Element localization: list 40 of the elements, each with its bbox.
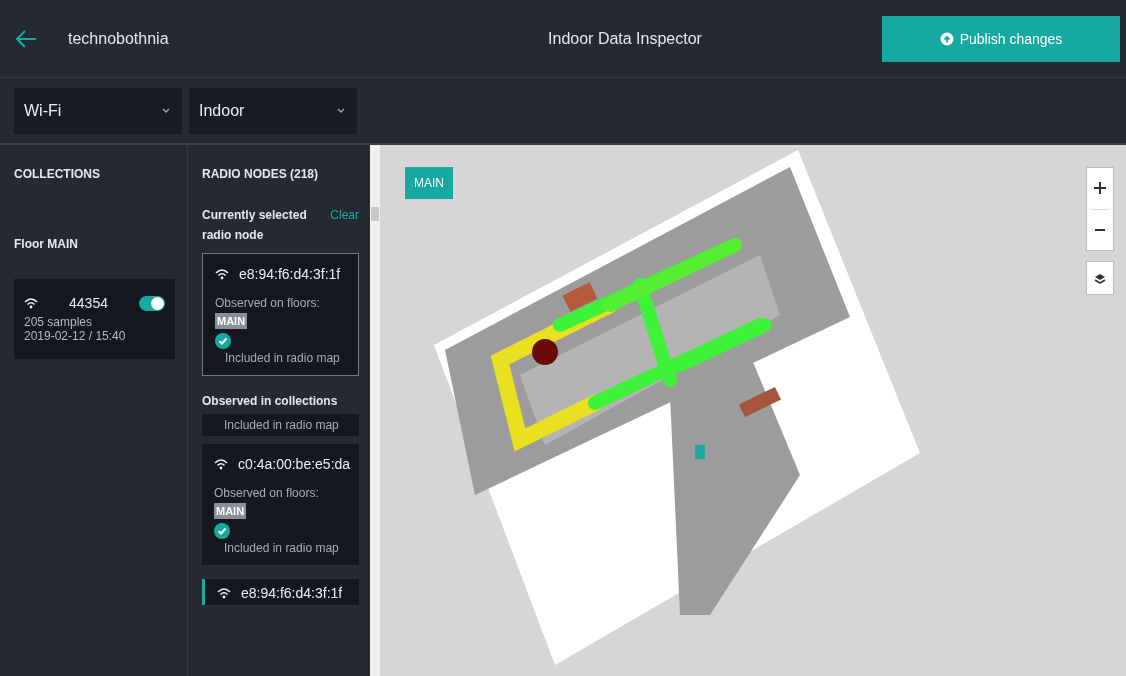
section-heading: COLLECTIONS [14, 167, 101, 181]
app-title: technobothnia [68, 29, 170, 48]
wifi-icon [215, 268, 229, 280]
mac-address: e8:94:f6:d4:3f:1f [239, 266, 341, 282]
floor-tag: MAIN [214, 503, 247, 519]
selected-node-label: Currently selected radio node [202, 207, 308, 244]
wifi-icon [217, 587, 231, 599]
floor-label: Floor MAIN [14, 237, 79, 251]
section-heading: Observed in collections [202, 394, 339, 408]
mac-address: c0:4a:00:be:e5:da [238, 456, 351, 472]
included-status: Included in radio map [225, 351, 341, 365]
observed-floors-label: Observed on floors: [214, 486, 320, 500]
included-status: Included in radio map [224, 541, 340, 555]
observed-floors-label: Observed on floors: [215, 296, 321, 310]
toggle-switch[interactable] [139, 295, 165, 311]
plus-icon [1094, 182, 1106, 195]
page-title: Indoor Data Inspector [547, 29, 703, 48]
clear-link[interactable]: Clear [330, 205, 359, 225]
wifi-icon [24, 297, 38, 309]
dropdown[interactable]: Wi-Fi [14, 87, 182, 134]
layers-icon [1094, 272, 1106, 284]
sample-count: 205 samples [24, 315, 94, 329]
chevron-down-icon [337, 108, 345, 113]
included-status: Included in radio map [224, 418, 340, 432]
wifi-icon [214, 458, 228, 470]
collection-name: 44354 [69, 295, 108, 311]
timestamp: 2019-02-12 / 15:40 [24, 329, 127, 343]
mac-address: e8:94:f6:d4:3f:1f [241, 585, 343, 601]
layers-button[interactable] [1086, 261, 1114, 295]
dropdown[interactable]: Indoor [189, 87, 357, 134]
minus-icon [1095, 227, 1105, 232]
collection-card[interactable]: 44354 205 samples 2019-02-12 / 15:40 [14, 279, 175, 359]
scrollbar[interactable] [370, 145, 380, 676]
chevron-down-icon [162, 108, 170, 113]
radio-node-card[interactable]: e8:94:f6:d4:3f:1f [202, 579, 359, 605]
section-heading: RADIO NODES (218) [202, 167, 320, 181]
radio-node-card[interactable]: Included in radio map [202, 414, 359, 436]
radio-node-card[interactable]: c0:4a:00:be:e5:da Observed on floors: MAIN Included in radio map [202, 444, 359, 565]
floor-tag: MAIN [215, 313, 248, 329]
cloud-upload-icon [939, 31, 954, 46]
